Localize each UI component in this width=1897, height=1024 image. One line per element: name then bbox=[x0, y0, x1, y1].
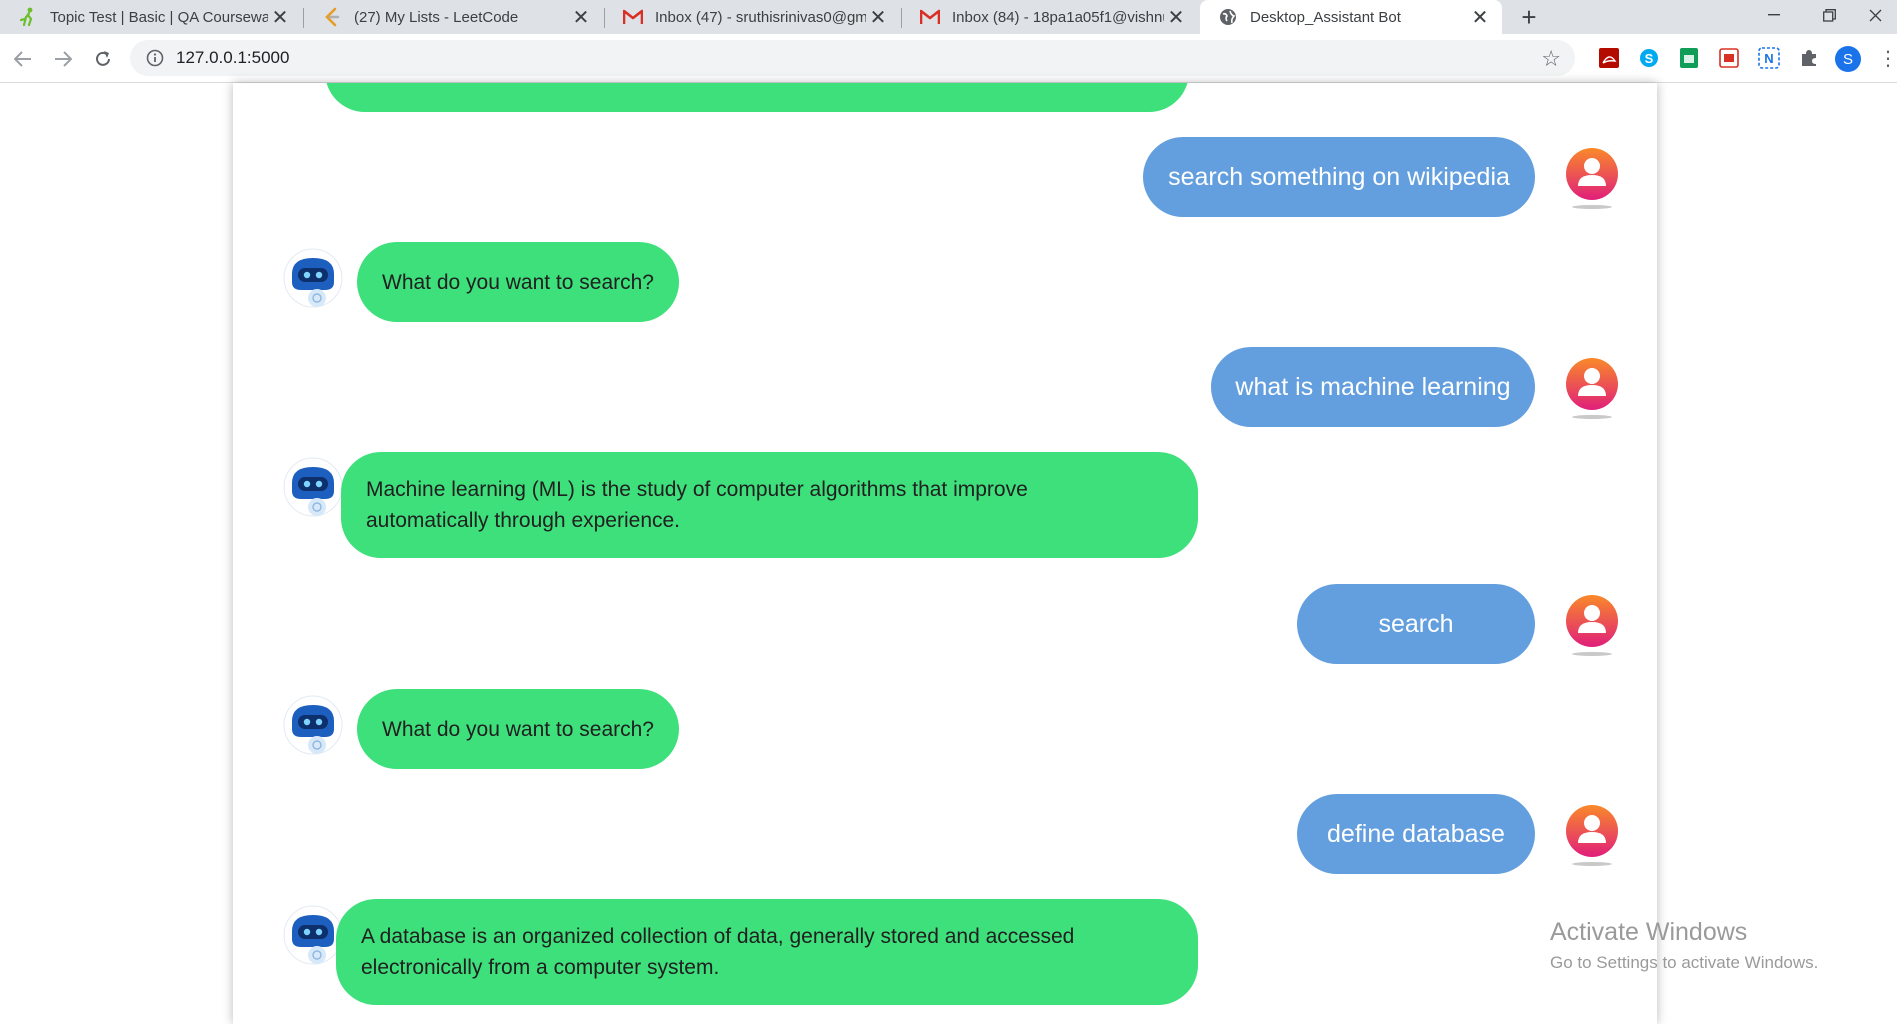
windows-activation-watermark: Activate Windows Go to Settings to activ… bbox=[1550, 918, 1818, 973]
bot-message-bubble bbox=[325, 83, 1189, 112]
tab-gmail-inbox-84[interactable]: Inbox (84) - 18pa1a05f1@vishnu.edu.in ✕ bbox=[902, 0, 1198, 34]
message-text: what is machine learning bbox=[1235, 372, 1511, 401]
user-message-bubble: what is machine learning bbox=[1211, 347, 1535, 427]
back-button[interactable] bbox=[8, 44, 38, 74]
message-text: What do you want to search? bbox=[382, 270, 654, 294]
user-avatar-icon bbox=[1566, 595, 1618, 656]
close-icon[interactable]: ✕ bbox=[569, 5, 593, 30]
bot-avatar-icon bbox=[283, 905, 343, 965]
bot-avatar-icon bbox=[283, 457, 343, 517]
acrobat-icon[interactable] bbox=[1598, 47, 1620, 69]
notion-icon[interactable]: N bbox=[1758, 47, 1780, 69]
tab-title: (27) My Lists - LeetCode bbox=[354, 8, 519, 26]
close-icon[interactable]: ✕ bbox=[1468, 5, 1492, 30]
url-text: 127.0.0.1:5000 bbox=[176, 48, 290, 67]
tab-title: Inbox (84) - 18pa1a05f1@vishnu.edu.in bbox=[952, 8, 1164, 26]
watermark-title: Activate Windows bbox=[1550, 918, 1748, 946]
new-tab-button[interactable]: + bbox=[1514, 0, 1544, 34]
message-text: Machine learning (ML) is the study of co… bbox=[366, 478, 1028, 532]
bot-avatar-icon bbox=[283, 695, 343, 755]
bot-message-bubble: Machine learning (ML) is the study of co… bbox=[341, 452, 1198, 558]
message-text: define database bbox=[1327, 819, 1505, 848]
close-icon[interactable]: ✕ bbox=[866, 5, 890, 30]
profile-avatar[interactable]: S bbox=[1835, 46, 1861, 72]
close-window-button[interactable] bbox=[1851, 0, 1897, 30]
close-icon[interactable]: ✕ bbox=[268, 5, 292, 30]
reload-button[interactable] bbox=[88, 44, 118, 74]
more-menu-icon[interactable]: ⋮ bbox=[1878, 46, 1897, 71]
tab-desktop-assistant-bot[interactable]: Desktop_Assistant Bot ✕ bbox=[1200, 0, 1502, 34]
address-bar[interactable]: 127.0.0.1:5000 ☆ bbox=[130, 40, 1575, 76]
gmail-icon bbox=[623, 7, 643, 27]
svg-text:S: S bbox=[1645, 51, 1654, 66]
bot-avatar-icon bbox=[283, 248, 343, 308]
bot-message-bubble: What do you want to search? bbox=[357, 242, 679, 322]
user-avatar-icon bbox=[1566, 805, 1618, 866]
message-text: A database is an organized collection of… bbox=[361, 925, 1075, 979]
user-message-bubble: define database bbox=[1297, 794, 1535, 874]
message-text: search bbox=[1378, 609, 1454, 638]
tab-qa-courseware[interactable]: Topic Test | Basic | QA Courseware ✕ bbox=[0, 0, 302, 34]
skype-icon[interactable]: S bbox=[1638, 47, 1660, 69]
tab-gmail-inbox-47[interactable]: Inbox (47) - sruthisrinivas0@gmail.com ✕ bbox=[605, 0, 900, 34]
bot-message-bubble: What do you want to search? bbox=[357, 689, 679, 769]
user-message-bubble: search something on wikipedia bbox=[1143, 137, 1535, 217]
leetcode-icon bbox=[322, 7, 342, 27]
sheets-icon[interactable] bbox=[1678, 47, 1700, 69]
svg-text:N: N bbox=[1764, 51, 1773, 66]
globe-icon bbox=[1218, 7, 1238, 27]
user-avatar-icon bbox=[1566, 358, 1618, 419]
pdf-icon[interactable] bbox=[1718, 47, 1740, 69]
watermark-subtitle: Go to Settings to activate Windows. bbox=[1550, 953, 1819, 972]
user-message-bubble: search bbox=[1297, 584, 1535, 664]
user-avatar-icon bbox=[1566, 148, 1618, 209]
message-text: search something on wikipedia bbox=[1168, 162, 1510, 191]
minimize-button[interactable] bbox=[1750, 0, 1798, 30]
chat-panel: search something on wikipedia What do yo… bbox=[233, 83, 1657, 1024]
tab-title: Inbox (47) - sruthisrinivas0@gmail.com bbox=[655, 8, 866, 26]
star-icon[interactable]: ☆ bbox=[1541, 46, 1561, 72]
bot-message-bubble: A database is an organized collection of… bbox=[336, 899, 1198, 1005]
info-icon[interactable] bbox=[144, 47, 166, 69]
puzzle-icon[interactable] bbox=[1798, 47, 1820, 69]
running-figure-icon bbox=[18, 7, 38, 27]
tab-strip: Topic Test | Basic | QA Courseware ✕ (27… bbox=[0, 0, 1897, 34]
browser-toolbar: 127.0.0.1:5000 ☆ S N S ⋮ bbox=[0, 34, 1897, 83]
tab-title: Desktop_Assistant Bot bbox=[1250, 8, 1401, 26]
gmail-icon bbox=[920, 7, 940, 27]
close-icon[interactable]: ✕ bbox=[1164, 5, 1188, 30]
restore-button[interactable] bbox=[1805, 0, 1853, 30]
tab-leetcode[interactable]: (27) My Lists - LeetCode ✕ bbox=[304, 0, 603, 34]
message-text: What do you want to search? bbox=[382, 717, 654, 741]
tab-title: Topic Test | Basic | QA Courseware bbox=[50, 8, 268, 26]
forward-button[interactable] bbox=[48, 44, 78, 74]
